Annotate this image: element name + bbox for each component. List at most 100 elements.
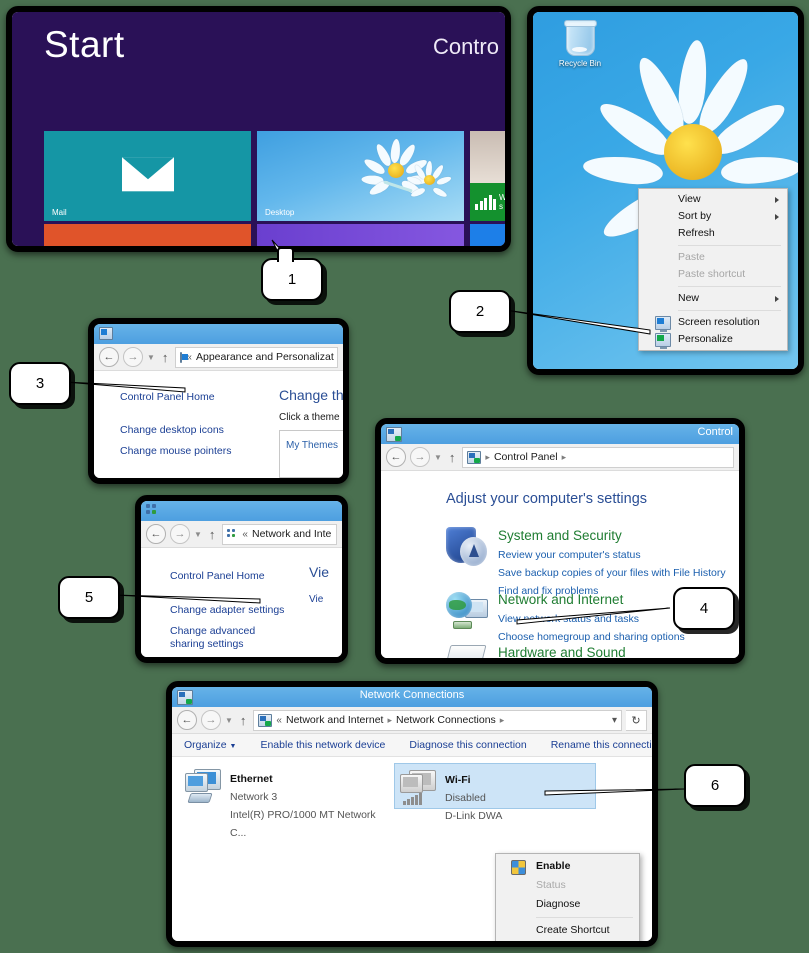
callout-3: 3	[9, 362, 71, 405]
window-body: Adjust your computer's settings System a…	[381, 471, 739, 658]
tile-weather[interactable]: W s	[470, 131, 505, 221]
context-menu-item-create-shortcut[interactable]: Create Shortcut	[496, 921, 639, 940]
callout-5: 5	[58, 576, 120, 619]
tile-weather-footer: W s	[470, 183, 505, 221]
toolbar-diagnose-button[interactable]: Diagnose this connection	[397, 739, 538, 751]
toolbar-rename-button[interactable]: Rename this connection	[539, 739, 652, 751]
up-button[interactable]: ↑	[449, 450, 456, 465]
context-menu-item-sort-by[interactable]: Sort by	[639, 208, 787, 225]
breadcrumb-bar[interactable]: « Network and Inte	[222, 523, 337, 545]
wifi-context-menu[interactable]: Enable Status Diagnose Create Shortcut D…	[495, 853, 640, 947]
category-title[interactable]: Hardware and Sound	[498, 645, 626, 658]
window-titlebar: Network Connections	[172, 687, 652, 707]
context-menu-item-view[interactable]: View	[639, 191, 787, 208]
sidebar-item-change-advanced-sharing-settings[interactable]: Change advanced sharing settings	[170, 625, 270, 651]
context-menu-item-diagnose[interactable]: Diagnose	[496, 895, 639, 914]
context-menu-label: Refresh	[678, 227, 715, 239]
toolbar-label: Organize	[184, 739, 227, 751]
desktop-daisy-thumbnail-2	[405, 160, 457, 203]
recycle-bin-icon[interactable]: Recycle Bin	[551, 20, 609, 68]
context-menu-item-new[interactable]: New	[639, 290, 787, 307]
start-tile-row-2	[44, 224, 505, 246]
toolbar-enable-device-button[interactable]: Enable this network device	[248, 739, 397, 751]
window-titlebar	[94, 324, 343, 344]
category-link-view-network-status[interactable]: View network status and tasks	[498, 613, 639, 625]
desktop-context-menu[interactable]: View Sort by Refresh Paste Paste shortcu…	[638, 188, 788, 351]
breadcrumb-bar[interactable]: « Network and Internet ▸ Network Connect…	[253, 709, 622, 731]
sidebar-item-change-adapter-settings[interactable]: Change adapter settings	[170, 604, 284, 617]
forward-button[interactable]: →	[201, 710, 221, 730]
callout-badge: 1	[261, 247, 323, 301]
back-button[interactable]: ←	[177, 710, 197, 730]
refresh-icon[interactable]: ↻	[626, 709, 647, 731]
uac-shield-disabled-icon	[511, 943, 526, 947]
breadcrumb-bar[interactable]: ▸ Control Panel ▸	[462, 446, 734, 468]
recent-locations-icon[interactable]: ▼	[194, 530, 202, 539]
connection-item-wifi[interactable]: Wi-Fi Disabled D-Link DWA	[394, 763, 596, 822]
window-body: Ethernet Network 3 Intel(R) PRO/1000 MT …	[172, 757, 652, 947]
network-icon	[146, 504, 160, 517]
forward-button[interactable]: →	[410, 447, 430, 467]
context-menu-item-refresh[interactable]: Refresh	[639, 225, 787, 242]
command-toolbar: Organize ▼ Enable this network device Di…	[172, 734, 652, 757]
tile-row2-blue[interactable]	[470, 224, 505, 246]
tile-row2-purple[interactable]	[257, 224, 464, 246]
context-menu-item-screen-resolution[interactable]: Screen resolution	[639, 314, 787, 332]
callout-badge: 3	[9, 362, 71, 405]
tile-mail[interactable]: Mail	[44, 131, 251, 221]
recent-locations-icon[interactable]: ▼	[147, 353, 155, 362]
recent-locations-icon[interactable]: ▼	[434, 453, 442, 462]
desktop-panel: Recycle Bin View Sort by Refresh Paste P…	[527, 6, 804, 375]
network-sidebar: Control Panel Home Change adapter settin…	[170, 570, 284, 651]
up-button[interactable]: ↑	[209, 527, 216, 542]
breadcrumb-path[interactable]: Control Panel	[494, 451, 558, 463]
window-body: Control Panel Home Change adapter settin…	[141, 548, 342, 657]
context-menu-item-personalize[interactable]: Personalize	[639, 331, 787, 349]
forward-button[interactable]: →	[123, 347, 143, 367]
toolbar-organize-button[interactable]: Organize ▼	[172, 739, 248, 751]
category-link[interactable]: Review your computer's status	[498, 549, 641, 561]
sidebar-item-control-panel-home[interactable]: Control Panel Home	[120, 391, 232, 404]
back-button[interactable]: ←	[146, 524, 166, 544]
back-button[interactable]: ←	[386, 447, 406, 467]
category-title[interactable]: System and Security	[498, 528, 622, 543]
connection-device: Intel(R) PRO/1000 MT Network C...	[230, 809, 376, 839]
start-right-label: Contro	[432, 34, 499, 59]
chevron-down-icon[interactable]: ▾	[612, 715, 617, 726]
sidebar-item-change-mouse-pointers[interactable]: Change mouse pointers	[120, 445, 232, 458]
tile-desktop[interactable]: Desktop	[257, 131, 464, 221]
recycle-bin-glyph	[563, 20, 597, 56]
breadcrumb-separator: ▸	[499, 714, 505, 725]
up-button[interactable]: ↑	[240, 713, 247, 728]
context-menu-item-paste: Paste	[639, 249, 787, 266]
content-subtext: Vie	[309, 594, 324, 605]
context-menu-item-enable[interactable]: Enable	[496, 857, 639, 876]
content-heading: Vie	[309, 564, 329, 580]
category-link[interactable]: Choose homegroup and sharing options	[498, 631, 685, 643]
category-title[interactable]: Network and Internet	[498, 592, 623, 607]
breadcrumb-crumb-network-connections[interactable]: Network Connections	[396, 714, 496, 726]
breadcrumb-bar[interactable]: « Appearance and Personalizat	[175, 346, 338, 368]
context-menu-item-status: Status	[496, 876, 639, 895]
recent-locations-icon[interactable]: ▼	[225, 716, 233, 725]
connection-item-ethernet[interactable]: Ethernet Network 3 Intel(R) PRO/1000 MT …	[180, 763, 392, 839]
connection-name: Ethernet	[230, 773, 273, 785]
themes-group-label: My Themes	[286, 440, 339, 451]
connection-name: Wi-Fi	[445, 774, 471, 786]
tile-weather-sublabel: s	[499, 202, 503, 211]
back-button[interactable]: ←	[99, 347, 119, 367]
forward-button[interactable]: →	[170, 524, 190, 544]
chevron-right-icon	[775, 197, 779, 203]
up-button[interactable]: ↑	[162, 350, 169, 365]
themes-group-box: My Themes	[279, 430, 343, 478]
tile-row2-orange[interactable]	[44, 224, 251, 246]
navigation-bar: ← → ▼ ↑ ▸ Control Panel ▸	[381, 444, 739, 471]
category-link[interactable]: Save backup copies of your files with Fi…	[498, 567, 726, 579]
window-title: Control	[697, 426, 733, 438]
context-menu-label: Paste shortcut	[678, 268, 746, 280]
sidebar-item-change-desktop-icons[interactable]: Change desktop icons	[120, 424, 232, 437]
sidebar-item-control-panel-home[interactable]: Control Panel Home	[170, 570, 284, 583]
chevron-right-icon	[775, 296, 779, 302]
breadcrumb-crumb-network-and-internet[interactable]: Network and Internet	[286, 714, 383, 726]
context-menu-label: Status	[536, 879, 566, 891]
